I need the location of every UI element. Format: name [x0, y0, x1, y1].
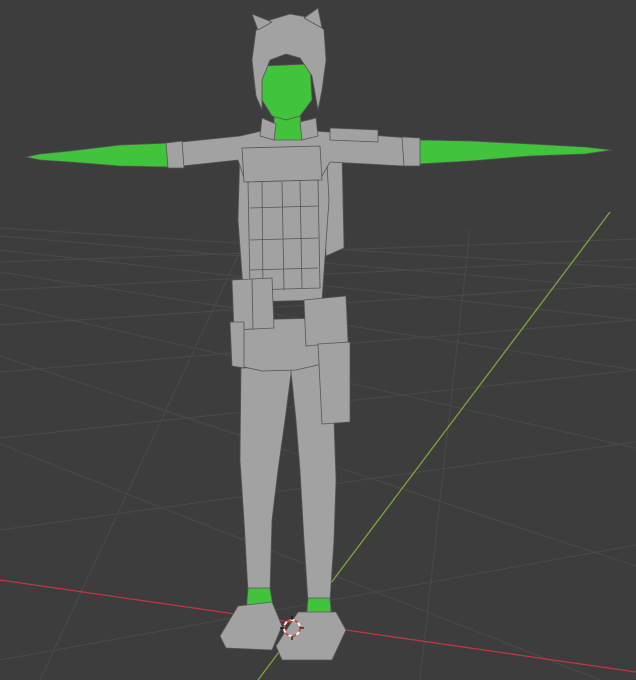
hip-holster[interactable]	[317, 341, 351, 425]
vest-panel[interactable]	[247, 179, 321, 291]
chest-plate[interactable]	[241, 145, 323, 183]
3d-viewport[interactable]	[0, 0, 636, 680]
right-cuff	[401, 136, 421, 167]
shoulder-pad	[329, 127, 379, 143]
left-hip-strap	[229, 321, 245, 369]
left-cuff	[165, 140, 185, 169]
belt-pouch-right[interactable]	[303, 295, 349, 347]
